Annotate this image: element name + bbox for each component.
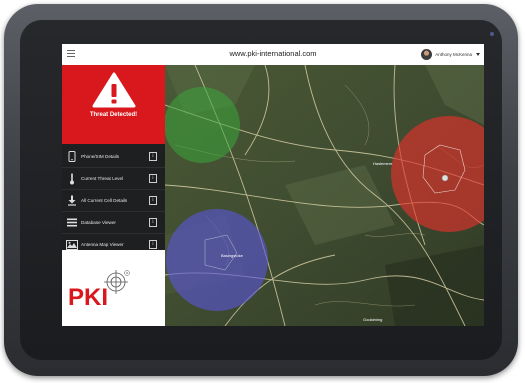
logo-text: PKI xyxy=(68,284,108,311)
info-icon[interactable]: i xyxy=(149,240,157,249)
list-icon xyxy=(65,217,79,229)
threat-detected-label: Threat Detected! xyxy=(89,112,138,118)
threat-alert-panel[interactable]: Threat Detected! xyxy=(62,65,165,144)
browser-top-bar: www.pki-international.com Anthony McKenn… xyxy=(62,44,484,66)
avatar xyxy=(421,49,433,60)
sidebar-item-database-viewer[interactable]: Database Viewer i xyxy=(62,212,165,234)
phone-icon xyxy=(65,151,79,163)
sidebar-item-label: Database Viewer xyxy=(81,220,116,225)
sidebar-item-label: All Current Cell Details xyxy=(81,198,128,203)
download-icon xyxy=(65,195,79,207)
pki-logo: R PKI xyxy=(68,270,130,311)
company-logo-area: R PKI xyxy=(62,250,165,326)
app-screen: www.pki-international.com Anthony McKenn… xyxy=(62,44,484,326)
sidebar-menu: Phone/SIM Details i Current Threat Level… xyxy=(62,146,165,256)
sidebar: Threat Detected! Phone/SIM Details i Cur… xyxy=(62,65,165,326)
warning-triangle-icon xyxy=(92,72,136,108)
info-icon[interactable]: i xyxy=(149,196,157,205)
user-name: Anthony McKenna xyxy=(435,52,472,57)
info-icon[interactable]: i xyxy=(149,152,157,161)
sidebar-item-label: Phone/SIM Details xyxy=(81,154,120,159)
info-icon[interactable]: i xyxy=(149,218,157,227)
user-menu[interactable]: Anthony McKenna xyxy=(421,48,480,61)
green-threat-zone[interactable] xyxy=(165,87,240,163)
sidebar-item-label: Antenna Map Viewer xyxy=(81,242,124,247)
threat-map[interactable]: Basingstoke Haslemere Godalming xyxy=(165,65,484,326)
thermometer-icon xyxy=(65,173,79,185)
sidebar-item-label: Current Threat Level xyxy=(81,176,124,181)
location-pin-icon[interactable] xyxy=(441,174,449,182)
map-label: Basingstoke xyxy=(221,253,244,258)
sidebar-item-all-current-cell-details[interactable]: All Current Cell Details i xyxy=(62,190,165,212)
info-icon[interactable]: i xyxy=(149,174,157,183)
blue-threat-zone[interactable] xyxy=(166,209,268,311)
chevron-down-icon[interactable] xyxy=(476,53,480,56)
camera-dot xyxy=(490,32,494,36)
sidebar-item-phone-sim-details[interactable]: Phone/SIM Details i xyxy=(62,146,165,168)
map-label: Haslemere xyxy=(373,161,393,166)
map-icon xyxy=(65,239,79,251)
map-label: Godalming xyxy=(363,317,382,322)
sidebar-item-current-threat-level[interactable]: Current Threat Level i xyxy=(62,168,165,190)
